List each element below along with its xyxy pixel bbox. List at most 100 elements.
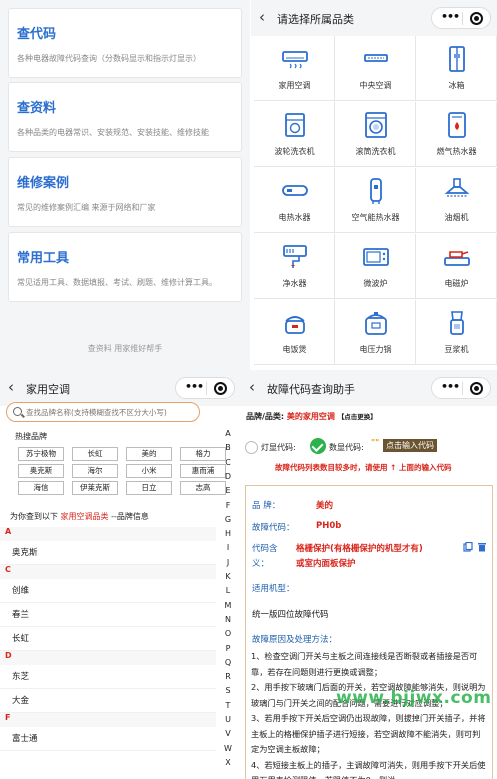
menu-card-title: 查代码	[17, 27, 57, 42]
category-item[interactable]: 滚筒洗衣机	[335, 102, 416, 167]
copy-icon[interactable]	[463, 542, 473, 552]
index-letter[interactable]: M	[222, 601, 234, 610]
category-label: 波轮洗衣机	[274, 147, 315, 156]
index-letter[interactable]: D	[222, 472, 234, 481]
category-item[interactable]: 波轮洗衣机	[254, 102, 335, 167]
index-letter[interactable]: S	[222, 686, 234, 695]
index-letter[interactable]: K	[222, 572, 234, 581]
hot-brands-title: 热搜品牌	[15, 432, 47, 441]
hot-brand-chip[interactable]: 海信	[18, 481, 64, 495]
index-letter[interactable]: Q	[222, 658, 234, 667]
cause-list: 1、检查空调门开关与主板之间连接线是否断裂或者插接是否可靠，若存在问题则进行更换…	[251, 649, 487, 779]
menu-card-repair-cases[interactable]: 维修案例 常见的维修案例汇编 来源于网络和厂家	[8, 157, 242, 227]
category-item[interactable]: 电热水器	[254, 168, 335, 233]
change-brand-link[interactable]: 【点击更换】	[338, 413, 377, 421]
index-letter[interactable]: H	[222, 529, 234, 538]
more-dots-icon[interactable]: •••	[441, 380, 460, 393]
category-label: 油烟机	[444, 213, 469, 222]
brand-row[interactable]: 春兰	[0, 603, 216, 627]
menu-card-tools[interactable]: 常用工具 常见适用工具、数据填报、考试、刷题、维修计算工具。	[8, 232, 242, 302]
index-letter[interactable]: I	[222, 543, 234, 552]
brand-row[interactable]: 创维	[0, 579, 216, 603]
index-letter[interactable]: E	[222, 486, 234, 495]
category-item[interactable]: 中央空调	[335, 36, 416, 101]
cause-item: 1、检查空调门开关与主板之间连接线是否断裂或者插接是否可靠，若存在问题则进行更换…	[251, 651, 478, 677]
category-item[interactable]: 电压力锅	[335, 300, 416, 365]
category-item[interactable]: 油烟机	[416, 168, 497, 233]
index-letter[interactable]: X	[222, 758, 234, 767]
microwave-icon	[363, 248, 389, 266]
category-item[interactable]: 空气能热水器	[335, 168, 416, 233]
category-label: 净水器	[282, 279, 307, 288]
index-letter[interactable]: T	[222, 701, 234, 710]
menu-card-query-code[interactable]: 查代码 各种电器故障代码查询（分数码显示和指示灯显示）	[8, 8, 242, 78]
hot-brand-chip[interactable]: 志高	[180, 481, 226, 495]
close-target-icon[interactable]	[214, 382, 227, 395]
brand-row[interactable]: 东芝	[0, 665, 216, 689]
hot-brand-chip[interactable]: 格力	[180, 447, 226, 461]
brand-category-label: 品牌/品类:	[246, 412, 285, 421]
more-dots-icon[interactable]: •••	[441, 10, 460, 23]
menu-card-title: 常用工具	[17, 251, 70, 266]
digital-code-radio-checked[interactable]	[310, 438, 326, 454]
menu-card-query-docs[interactable]: 查资料 各种品类的电器常识、安装规范、安装技能、维修技能	[8, 82, 242, 152]
code-label: 故障代码：	[252, 523, 295, 533]
brand-row[interactable]: 奥克斯	[0, 541, 216, 565]
back-chevron-icon[interactable]: ‹	[259, 8, 265, 26]
hot-brand-chip[interactable]: 伊莱克斯	[72, 481, 118, 495]
close-target-icon[interactable]	[470, 382, 483, 395]
index-letter[interactable]: P	[222, 644, 234, 653]
index-letter[interactable]: O	[222, 629, 234, 638]
fridge-icon	[449, 46, 465, 72]
hot-brand-chip[interactable]: 日立	[126, 481, 172, 495]
category-item[interactable]: 微波炉	[335, 234, 416, 299]
menu-card-title: 查资料	[17, 101, 57, 116]
meaning-value-line1: 格栅保护(有格栅保护的机型才有)	[296, 544, 423, 554]
category-item[interactable]: 电饭煲	[254, 300, 335, 365]
light-code-radio[interactable]	[245, 441, 258, 454]
category-item[interactable]: 家用空调	[254, 36, 335, 101]
capsule-divider	[462, 12, 463, 25]
brand-row[interactable]: 富士通	[0, 727, 216, 751]
brand-search-input[interactable]: 查找品牌名称(支持模糊查找不区分大小写)	[6, 402, 200, 422]
index-letter[interactable]: F	[222, 501, 234, 510]
category-item[interactable]: 电磁炉	[416, 234, 497, 299]
hot-brand-chip[interactable]: 奥克斯	[18, 464, 64, 478]
hot-brand-chip[interactable]: 长虹	[72, 447, 118, 461]
back-chevron-icon[interactable]: ‹	[249, 378, 255, 396]
input-code-button[interactable]: 点击输入代码	[383, 439, 437, 452]
index-letter[interactable]: B	[222, 443, 234, 452]
category-item[interactable]: 燃气热水器	[416, 102, 497, 167]
index-letter[interactable]: V	[222, 729, 234, 738]
index-letter[interactable]: R	[222, 672, 234, 681]
hot-brand-chip[interactable]: 苏宁极物	[18, 447, 64, 461]
result-prefix: 为你查到以下	[10, 512, 58, 521]
index-letter[interactable]: J	[222, 558, 234, 567]
index-letter[interactable]: N	[222, 615, 234, 624]
category-item[interactable]: 豆浆机	[416, 300, 497, 365]
index-letter[interactable]: G	[222, 515, 234, 524]
delete-icon[interactable]	[477, 542, 487, 552]
close-target-icon[interactable]	[470, 12, 483, 25]
more-dots-icon[interactable]: •••	[185, 380, 204, 393]
brand-row[interactable]: 长虹	[0, 627, 216, 651]
index-letter[interactable]: W	[222, 744, 234, 753]
index-letter[interactable]: L	[222, 586, 234, 595]
section-letter: D	[0, 651, 216, 665]
index-letter[interactable]: C	[222, 458, 234, 467]
fault-code-panel: ‹ 故障代码查询助手 ••• 品牌/品类: 美的家用空调 【点击更换】 灯显代码…	[241, 370, 497, 779]
section-letter: A	[0, 527, 216, 541]
hot-brand-chip[interactable]: 美的	[126, 447, 172, 461]
hot-brand-chip[interactable]: 惠而浦	[180, 464, 226, 478]
model-value: 统一版四位故障代码	[252, 610, 329, 620]
index-letter[interactable]: U	[222, 715, 234, 724]
fault-detail-card: 品 牌： 美的 故障代码： PH0b 代码含 义： 格栅保护(有格栅保护的机型才…	[245, 485, 493, 779]
index-letter[interactable]: A	[222, 429, 234, 438]
brand-row[interactable]: 大金	[0, 689, 216, 713]
hot-brand-chip[interactable]: 小米	[126, 464, 172, 478]
hot-brand-chip[interactable]: 海尔	[72, 464, 118, 478]
brand-category-line[interactable]: 品牌/品类: 美的家用空调 【点击更换】	[246, 411, 377, 422]
category-item[interactable]: 冰箱	[416, 36, 497, 101]
back-chevron-icon[interactable]: ‹	[8, 378, 14, 396]
category-item[interactable]: 净水器	[254, 234, 335, 299]
